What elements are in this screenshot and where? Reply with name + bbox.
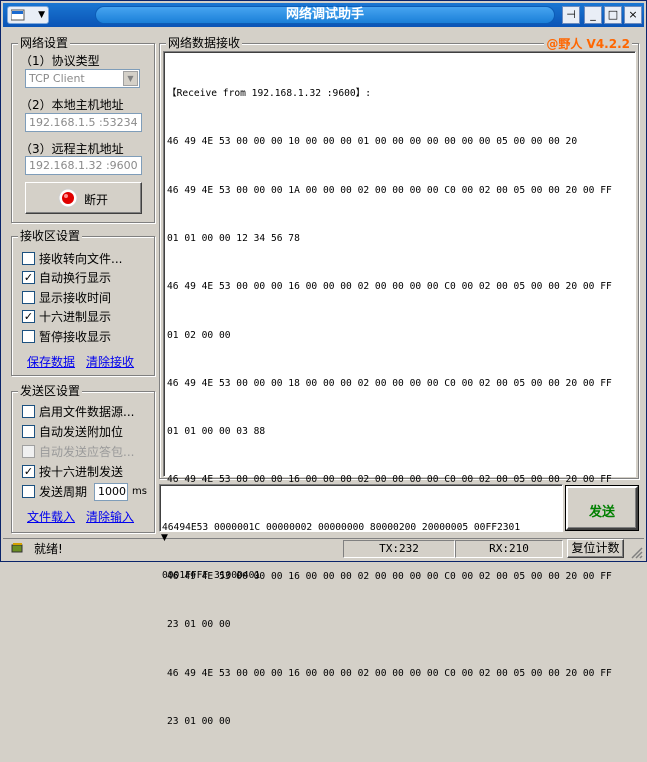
- option-pause-display[interactable]: 暂停接收显示: [22, 328, 111, 346]
- send-settings-group: 发送区设置 启用文件数据源... 自动发送附加位 自动发送应答包... ✓ 按十六…: [11, 384, 155, 533]
- splitter-arrow-icon[interactable]: ▼: [161, 533, 168, 543]
- receive-line: 46 49 4E 53 00 00 00 18 00 00 00 02 00 0…: [167, 377, 612, 389]
- option-show-receive-time[interactable]: 显示接收时间: [22, 289, 111, 307]
- receive-line: 23 01 00 00: [167, 715, 231, 727]
- save-data-link[interactable]: 保存数据: [27, 353, 75, 370]
- local-host-label: （2）本地主机地址: [20, 98, 124, 112]
- option-hex-display[interactable]: ✓ 十六进制显示: [22, 308, 111, 326]
- network-settings-title: 网络设置: [18, 36, 71, 50]
- receive-line: 46 49 4E 53 00 00 00 16 00 00 00 02 00 0…: [167, 667, 612, 679]
- send-line: 46494E53 0000001C 00000002 00000000 8000…: [162, 522, 521, 533]
- option-hex-send[interactable]: ✓ 按十六进制发送: [22, 463, 123, 481]
- window-title: 网络调试助手: [95, 6, 555, 24]
- receive-settings-title: 接收区设置: [18, 229, 83, 243]
- status-ready-text: 就绪!: [34, 542, 63, 556]
- checkbox[interactable]: [22, 425, 35, 438]
- checkbox-checked[interactable]: ✓: [22, 310, 35, 323]
- checkbox[interactable]: [22, 330, 35, 343]
- send-text-area[interactable]: 46494E53 0000001C 00000002 00000000 8000…: [159, 484, 563, 581]
- disconnect-label: 断开: [84, 193, 109, 207]
- checkbox-checked[interactable]: ✓: [22, 465, 35, 478]
- disconnect-button[interactable]: 断开: [25, 182, 142, 214]
- receive-header-line: 【Receive from 192.168.1.32 :9600】:: [167, 88, 372, 100]
- minimize-button[interactable]: _: [584, 6, 602, 24]
- protocol-value: TCP Client: [29, 72, 85, 85]
- checkbox[interactable]: [22, 252, 35, 265]
- network-settings-group: 网络设置 （1）协议类型 TCP Client ▼ （2）本地主机地址 192.…: [11, 36, 155, 223]
- reset-counter-button[interactable]: 复位计数: [567, 539, 624, 558]
- option-auto-append[interactable]: 自动发送附加位: [22, 423, 123, 441]
- checkbox-disabled: [22, 445, 35, 458]
- file-load-link[interactable]: 文件载入: [27, 508, 75, 525]
- status-separator: [3, 538, 644, 539]
- status-ready-icon: [11, 543, 23, 553]
- connection-status-icon: [58, 188, 78, 208]
- receive-line: 23 01 00 00: [167, 619, 231, 631]
- version-label: @野人 V4.2.2: [544, 35, 632, 52]
- option-auto-wrap[interactable]: ✓ 自动换行显示: [22, 269, 111, 287]
- protocol-select[interactable]: TCP Client ▼: [25, 69, 140, 88]
- dropdown-arrow-icon[interactable]: ▼: [123, 71, 138, 86]
- resize-grip-icon[interactable]: [629, 545, 643, 559]
- receive-area-title: 网络数据接收: [166, 36, 243, 50]
- tx-counter: TX:232: [343, 540, 455, 558]
- receive-log: 【Receive from 192.168.1.32 :9600】: 46 49…: [167, 54, 633, 762]
- period-unit-label: ms: [132, 486, 147, 497]
- receive-text-area[interactable]: 【Receive from 192.168.1.32 :9600】: 46 49…: [163, 51, 636, 727]
- receive-line: 01 02 00 00: [167, 329, 231, 341]
- option-send-period[interactable]: 发送周期: [22, 483, 87, 501]
- chevron-down-icon: ▼: [38, 10, 45, 20]
- option-receive-to-file[interactable]: 接收转向文件...: [22, 250, 122, 268]
- checkbox-checked[interactable]: ✓: [22, 271, 35, 284]
- close-button[interactable]: ×: [624, 6, 642, 24]
- receive-area-group: 网络数据接收 @野人 V4.2.2 【Receive from 192.168.…: [159, 35, 639, 727]
- main-window: ▼ 网络调试助手 ⊣ _ □ × 网络设置 （1）协议类型 TCP Client…: [0, 0, 647, 727]
- pin-button[interactable]: ⊣: [562, 6, 580, 24]
- application-icon: [11, 9, 25, 21]
- checkbox[interactable]: [22, 485, 35, 498]
- remote-host-field[interactable]: 192.168.1.32 :9600: [25, 156, 142, 175]
- receive-line: 46 49 4E 53 00 00 00 1A 00 00 00 02 00 0…: [167, 184, 612, 196]
- maximize-button[interactable]: □: [604, 6, 622, 24]
- clear-receive-link[interactable]: 清除接收: [86, 353, 134, 370]
- checkbox[interactable]: [22, 405, 35, 418]
- receive-settings-group: 接收区设置 接收转向文件... ✓ 自动换行显示 显示接收时间 ✓ 十六进制显示 暂…: [11, 229, 155, 376]
- receive-line: 01 01 00 00 12 34 56 78: [167, 233, 300, 245]
- receive-line: 46 49 4E 53 00 00 00 10 00 00 00 01 00 0…: [167, 136, 578, 148]
- option-file-data-source[interactable]: 启用文件数据源...: [22, 403, 134, 421]
- send-button[interactable]: 发送: [566, 486, 638, 530]
- receive-line: 01 01 00 00 03 88: [167, 426, 266, 438]
- remote-host-label: （3）远程主机地址: [20, 142, 124, 156]
- local-host-field[interactable]: 192.168.1.5 :53234: [25, 113, 142, 132]
- title-bar[interactable]: ▼ 网络调试助手 ⊣ _ □ ×: [3, 3, 644, 27]
- option-auto-reply: 自动发送应答包...: [22, 443, 134, 461]
- system-menu-button[interactable]: ▼: [7, 6, 49, 24]
- rx-counter: RX:210: [455, 540, 563, 558]
- protocol-label: （1）协议类型: [20, 54, 100, 68]
- send-settings-title: 发送区设置: [18, 384, 83, 398]
- send-period-input[interactable]: 1000: [94, 483, 128, 501]
- checkbox[interactable]: [22, 291, 35, 304]
- clear-input-link[interactable]: 清除输入: [86, 508, 134, 525]
- receive-line: 46 49 4E 53 00 00 00 16 00 00 00 02 00 0…: [167, 281, 612, 293]
- send-line: 0001FFFF 3100D401: [162, 570, 261, 581]
